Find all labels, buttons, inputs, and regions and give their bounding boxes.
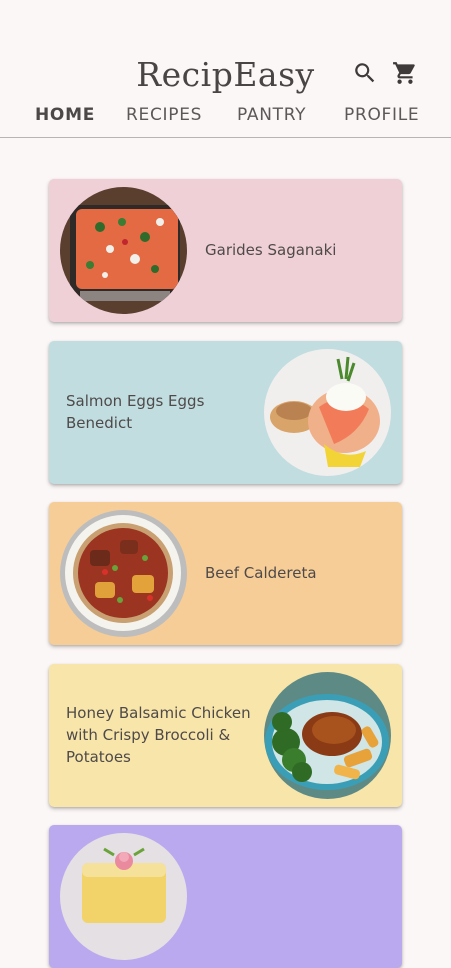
recipe-title: Honey Balsamic Chicken with Crispy Brocc… (66, 704, 251, 766)
search-icon[interactable] (352, 60, 378, 86)
recipe-photo (264, 349, 391, 476)
recipe-card-garides-saganaki[interactable]: Garides Saganaki (49, 179, 402, 322)
tab-profile[interactable]: PROFILE (344, 104, 419, 136)
recipe-title: Garides Saganaki (205, 241, 337, 259)
tab-bar: HOME RECIPES PANTRY PROFILE (0, 104, 451, 138)
recipe-photo (60, 187, 187, 314)
recipe-card-honey-balsamic-chicken[interactable]: Honey Balsamic Chicken with Crispy Brocc… (49, 664, 402, 807)
recipe-card-salmon-eggs-benedict[interactable]: Salmon Eggs Eggs Benedict (49, 341, 402, 484)
app-title: RecipEasy (136, 55, 315, 94)
recipe-title: Salmon Eggs Eggs Benedict (66, 392, 205, 432)
shopping-cart-icon[interactable] (392, 60, 418, 86)
tab-recipes[interactable]: RECIPES (126, 104, 202, 136)
tab-pantry[interactable]: PANTRY (237, 104, 306, 136)
recipe-photo (264, 672, 391, 799)
tab-home[interactable]: HOME (35, 104, 95, 136)
recipe-photo (60, 510, 187, 637)
recipe-title: Beef Caldereta (205, 564, 317, 582)
recipe-card-beef-caldereta[interactable]: Beef Caldereta (49, 502, 402, 645)
